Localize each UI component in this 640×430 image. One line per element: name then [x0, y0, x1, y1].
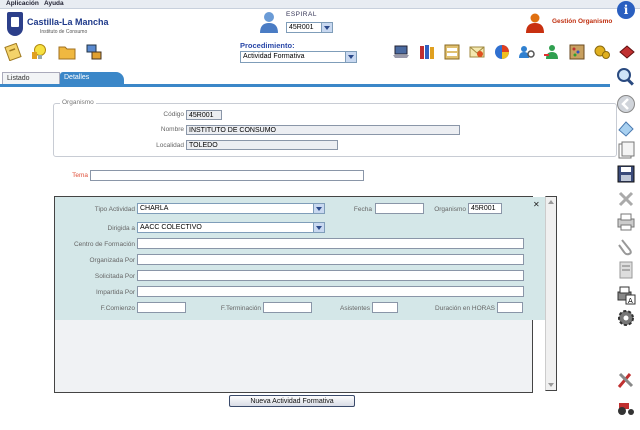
impartida-label: Impartida Por [95, 289, 135, 296]
user-plus-icon[interactable] [543, 43, 561, 61]
laptop-icon[interactable] [392, 43, 410, 61]
comienzo-input[interactable] [137, 302, 186, 313]
fecha-label: Fecha [353, 206, 372, 213]
tipo-actividad-select[interactable]: CHARLA [137, 203, 325, 214]
castilla-shield-icon [7, 12, 23, 36]
chevron-down-icon [345, 52, 356, 62]
nombre-value: INSTITUTO DE CONSUMO [186, 125, 460, 135]
folder-icon[interactable] [58, 43, 76, 61]
centro-label: Centro de Formación [73, 241, 135, 248]
close-icon[interactable]: ✕ [533, 200, 540, 209]
asistentes-input[interactable] [372, 302, 398, 313]
search-users-icon[interactable] [518, 43, 536, 61]
localidad-label: Localidad [156, 142, 184, 149]
search-icon[interactable] [616, 67, 636, 87]
brand-logo: Castilla-La Mancha Instituto de Consumo [5, 11, 115, 39]
espiral-label: ESPIRAL [286, 11, 317, 18]
menu-ayuda[interactable]: Ayuda [44, 0, 64, 7]
asistentes-label: Asistentes [340, 305, 370, 312]
lightbulb-icon[interactable] [30, 43, 48, 61]
printer-icon[interactable] [616, 212, 636, 232]
tema-label: Tema [72, 172, 88, 179]
organizada-label: Organizada Por [89, 257, 135, 264]
gear-icon[interactable] [616, 308, 636, 328]
impartida-input[interactable] [137, 286, 524, 297]
scroll-down-icon[interactable] [548, 383, 554, 387]
codigo-label: Código [163, 111, 184, 118]
chevron-down-icon [321, 23, 332, 32]
organismo-input[interactable]: 45R001 [468, 203, 502, 214]
organismo-legend: Organismo [60, 99, 96, 106]
books-icon[interactable] [418, 43, 436, 61]
procedimiento-select[interactable]: Actividad Formativa [240, 51, 357, 63]
localidad-value: TOLEDO [186, 140, 338, 150]
tools-icon[interactable] [616, 370, 636, 390]
procedimiento-label: Procedimiento: [240, 41, 295, 50]
espiral-select[interactable]: 45R001 [286, 22, 333, 33]
tab-detalles[interactable]: Detalles [60, 72, 124, 84]
print-text-icon[interactable]: A [616, 285, 636, 305]
save-disk-icon[interactable] [616, 164, 636, 184]
network-icon[interactable] [85, 43, 103, 61]
chevron-down-icon [313, 204, 324, 213]
nueva-actividad-button[interactable]: Nueva Actividad Formativa [229, 395, 355, 407]
tab-listado[interactable]: Listado [2, 72, 60, 84]
procedimiento-select-value: Actividad Formativa [243, 53, 305, 60]
print-preview-icon[interactable] [616, 260, 636, 280]
user-icon [260, 12, 278, 33]
back-circle-icon[interactable] [616, 94, 636, 114]
brand-subtitle: Instituto de Consumo [40, 29, 88, 35]
user-red-icon [526, 13, 544, 33]
tab-underline [0, 84, 610, 87]
duracion-label: Duración en HORAS [435, 305, 495, 312]
mail-icon[interactable] [468, 43, 486, 61]
nombre-label: Nombre [160, 126, 184, 133]
comienzo-label: F.Comienzo [100, 305, 135, 312]
archive-icon[interactable] [443, 43, 461, 61]
terminacion-label: F.Terminación [220, 305, 261, 312]
settings-gear-icon[interactable] [593, 43, 611, 61]
abacus-icon[interactable] [568, 43, 586, 61]
chevron-down-icon [313, 223, 324, 232]
organismo-field-label: Organismo [434, 206, 466, 213]
eraser-icon[interactable] [616, 118, 636, 138]
solicitada-input[interactable] [137, 270, 524, 281]
dirigida-value: AACC COLECTIVO [140, 224, 202, 231]
edit-doc-icon[interactable] [4, 43, 22, 61]
scroll-up-icon[interactable] [548, 200, 554, 204]
svg-text:A: A [628, 297, 633, 305]
centro-input[interactable] [137, 238, 524, 249]
book-exit-icon[interactable] [618, 43, 636, 61]
dirigida-label: Dirigida a [107, 225, 135, 232]
brand-title: Castilla-La Mancha [27, 17, 109, 27]
duracion-input[interactable] [497, 302, 523, 313]
solicitada-label: Solicitada Por [94, 273, 135, 280]
dirigida-select[interactable]: AACC COLECTIVO [137, 222, 325, 233]
delete-icon[interactable] [616, 189, 636, 209]
new-document-icon[interactable] [616, 141, 636, 161]
vertical-scrollbar[interactable] [545, 196, 557, 391]
tractor-icon[interactable] [616, 397, 636, 417]
tema-input[interactable] [90, 170, 364, 181]
menu-aplicacion[interactable]: Aplicación [6, 0, 39, 7]
organizada-input[interactable] [137, 254, 524, 265]
chart-icon[interactable] [493, 43, 511, 61]
tipo-actividad-label: Tipo Actividad [94, 206, 135, 213]
paperclip-icon[interactable] [616, 236, 636, 256]
fecha-input[interactable] [375, 203, 424, 214]
gestion-label: Gestión Organismo [552, 18, 613, 25]
tipo-actividad-value: CHARLA [140, 205, 169, 212]
info-icon[interactable]: i [617, 1, 635, 19]
codigo-value: 45R001 [186, 110, 222, 120]
espiral-select-value: 45R001 [289, 24, 314, 31]
terminacion-input[interactable] [263, 302, 312, 313]
menu-bar: Aplicación Ayuda [0, 0, 640, 9]
